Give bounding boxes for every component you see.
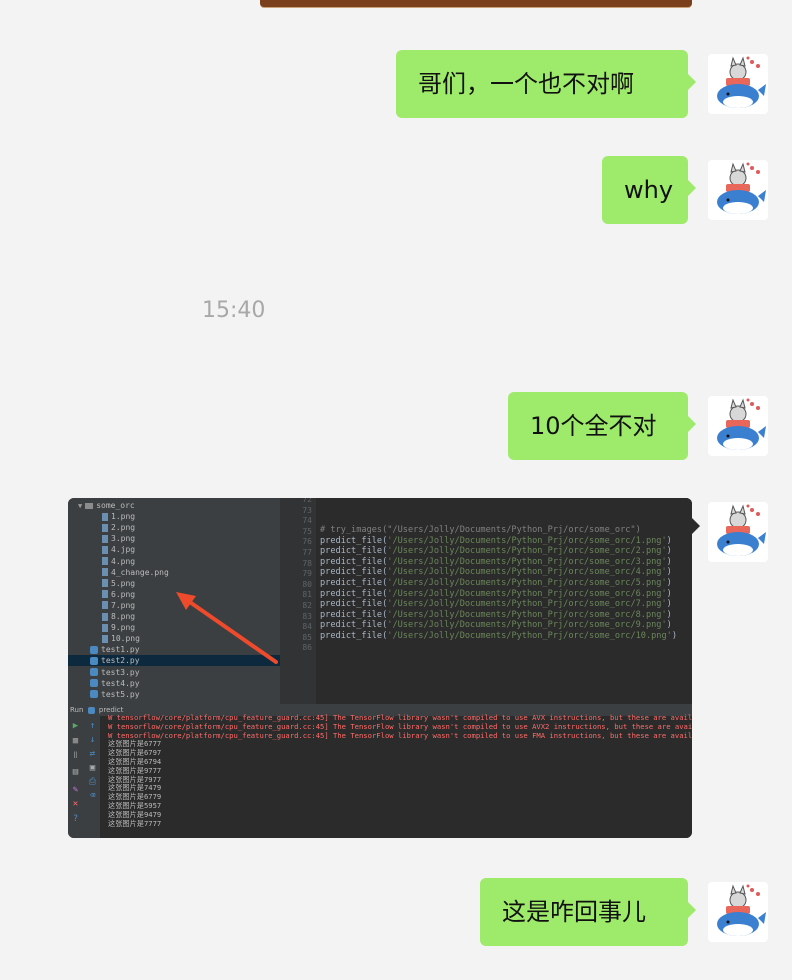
message-text: 10个全不对 [530,412,657,440]
cat-whale-icon [717,398,766,450]
message-text: why [624,176,674,204]
avatar[interactable] [708,882,768,942]
message-bubble[interactable]: 这是咋回事儿 [480,878,696,946]
image-message[interactable]: ▼ some_orc 1.png 2.png 3.png 4.jpg 4.png 4_chan… [68,498,692,838]
avatar[interactable] [708,54,768,114]
message-bubble[interactable]: 哥们，一个也不对啊 [396,50,696,118]
bubble-tail [692,518,700,534]
message-text: 哥们，一个也不对啊 [418,70,634,98]
cat-whale-icon [717,504,766,556]
timestamp: 15:40 [202,298,266,323]
cat-whale-icon [717,884,766,936]
red-arrow-annotation [176,592,278,664]
avatar[interactable] [708,396,768,456]
previous-image-edge [260,0,692,7]
avatar[interactable] [708,502,768,562]
message-bubble[interactable]: why [602,156,696,224]
avatar[interactable] [708,160,768,220]
cat-whale-icon [717,56,766,108]
message-bubble[interactable]: 10个全不对 [508,392,696,460]
message-text: 这是咋回事儿 [502,898,646,926]
cat-whale-icon [717,162,766,214]
